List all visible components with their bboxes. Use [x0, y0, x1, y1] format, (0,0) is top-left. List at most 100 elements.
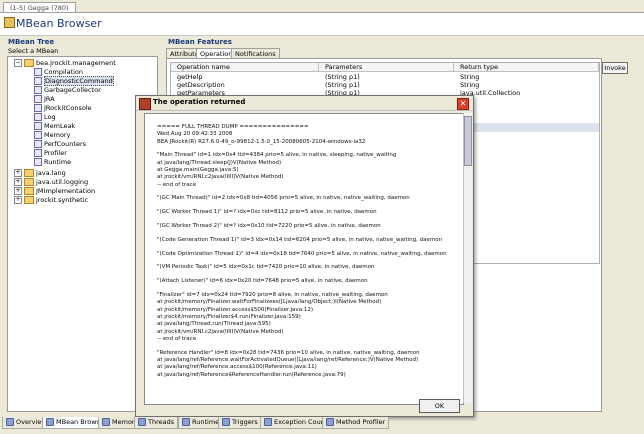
table-cell: getHelp [177, 73, 203, 81]
tree-item-label: bea.jrockit.management [36, 59, 116, 67]
mbean-icon [34, 149, 42, 157]
tree-item-label: JRA [44, 95, 55, 103]
tree-item-mbean[interactable]: GarbageCollector [34, 86, 101, 95]
bottom-tab-label: Threads [148, 418, 175, 426]
folder-icon [24, 169, 34, 177]
tree-item-label: JMImplementation [36, 187, 96, 195]
folder-icon [24, 196, 34, 204]
tree-item-mbean[interactable]: DiagnosticCommand [34, 76, 114, 86]
dump-line: at jrockit/vm/RNI.c2java(IIIII)V(Native … [157, 174, 284, 181]
mbean-tree-title: MBean Tree [8, 38, 55, 46]
dump-line: at jrockit/memory/Finalizer$4.run(Finali… [157, 313, 301, 320]
dump-line: at java/lang/Thread.run(Thread.java:595) [157, 321, 271, 328]
dump-line: at java/lang/ref/Reference.access$100(Re… [157, 364, 317, 371]
tab-icon [46, 418, 54, 426]
tree-item-label: java.util.logging [36, 178, 89, 186]
dump-line: "(VM Periodic Task)" id=5 idx=0x1c tid=7… [157, 264, 375, 271]
collapse-icon[interactable]: − [14, 59, 22, 67]
table-cell: (String p1) [325, 73, 360, 81]
dump-line: at jrockit/memory/Finalizer.access$500(F… [157, 306, 314, 313]
mbean-tree-subtitle: Select a MBean [8, 47, 59, 55]
tab-icon [6, 418, 14, 426]
dump-line: at java/lang/ref/Reference$ReferenceHand… [157, 371, 346, 378]
thread-dump-text[interactable]: ===== FULL THREAD DUMP =============== We… [144, 113, 464, 405]
expand-icon[interactable]: + [14, 169, 22, 177]
mbean-icon [34, 113, 42, 121]
mbean-icon [34, 131, 42, 139]
page-title: MBean Browser [16, 17, 102, 30]
tree-item-label: Memory [44, 131, 71, 139]
tree-item-mbean[interactable]: PerfCounters [34, 140, 86, 149]
tree-item-domain[interactable]: + java.util.logging [14, 178, 88, 187]
invoke-button[interactable]: Invoke [602, 62, 628, 74]
bottom-tab[interactable]: Method Profiler [322, 417, 390, 429]
tree-item-mbean[interactable]: Memory [34, 131, 70, 140]
dump-line: "Reference Handler" id=8 idx=0x28 tid=74… [157, 349, 420, 356]
tree-item-mbean[interactable]: Log [34, 113, 56, 122]
tree-item-mbean[interactable]: MemLeak [34, 122, 75, 131]
dump-line: -- end of trace [157, 335, 197, 342]
tree-item-label: MemLeak [44, 122, 76, 130]
dump-line: BEA JRockit(R) R27.6.0-49_o-99812-1.5.0_… [157, 138, 366, 145]
mbean-icon [34, 95, 42, 103]
dump-line: "(Code Optimization Thread 1)" id=4 idx=… [157, 250, 447, 257]
tree-item-domain[interactable]: + JMImplementation [14, 187, 95, 196]
table-cell: String [460, 81, 480, 89]
dump-line: at jrockit/memory/Finalizer.waitForFinal… [157, 299, 382, 306]
table-cell: (String p1) [325, 81, 360, 89]
dump-line: at Gegga.main(Gegga.java:5) [157, 167, 239, 173]
dump-line: "(GC Main Thread)" id=2 idx=0x8 tid=4056… [157, 195, 410, 202]
operation-result-dialog: The operation returned ✕ ===== FULL THRE… [135, 95, 474, 417]
tree-item-label: DiagnosticCommand [44, 76, 114, 86]
mbean-icon [34, 122, 42, 130]
column-header-return-type[interactable]: Return type [454, 63, 599, 72]
tree-item-root[interactable]: − bea.jrockit.management [14, 59, 116, 68]
close-icon[interactable]: ✕ [457, 98, 469, 110]
bottom-tab-label: Method Profiler [336, 418, 386, 426]
expand-icon[interactable]: + [14, 187, 22, 195]
column-header-parameters[interactable]: Parameters [319, 63, 454, 72]
dump-line: ===== FULL THREAD DUMP =============== [157, 124, 309, 130]
dump-line: "(GC Worker Thread 1)" id=? idx=0xc tid=… [157, 209, 377, 216]
tree-item-domain[interactable]: + java.lang [14, 169, 66, 178]
bottom-tab[interactable]: Exception Count [260, 417, 332, 429]
mbean-icon [34, 158, 42, 166]
tree-item-mbean[interactable]: Runtime [34, 158, 71, 167]
scrollbar-thumb[interactable] [464, 116, 472, 166]
folder-icon [24, 59, 34, 67]
bottom-tab[interactable]: Threads [134, 417, 179, 429]
bottom-tab-label: Runtime [192, 418, 220, 426]
tree-item-label: jrockit.synthetic [36, 196, 89, 204]
tree-item-mbean[interactable]: Profiler [34, 149, 67, 158]
tab-icon [326, 418, 334, 426]
tree-item-label: GarbageCollector [44, 86, 101, 94]
expand-icon[interactable]: + [14, 196, 22, 204]
tree-item-label: java.lang [36, 169, 66, 177]
tab-icon [102, 418, 110, 426]
folder-icon [24, 187, 34, 195]
tree-item-mbean[interactable]: JRA [34, 95, 55, 104]
bottom-tab[interactable]: Triggers [218, 417, 262, 429]
tab-icon [182, 418, 190, 426]
tree-item-label: PerfCounters [44, 140, 87, 148]
bottom-tab[interactable]: Runtime [178, 417, 224, 429]
tree-item-mbean[interactable]: JRockitConsole [34, 104, 92, 113]
tree-item-label: Compilation [44, 68, 84, 76]
mbean-browser-icon [4, 17, 15, 28]
mbean-icon [34, 104, 42, 112]
bottom-tab-label: Triggers [232, 418, 258, 426]
dump-line: "(GC Worker Thread 2)" id=? idx=0x10 tid… [157, 223, 381, 229]
table-cell: getDescription [177, 81, 225, 89]
column-header-operation-name[interactable]: Operation name [171, 63, 319, 72]
tree-item-domain[interactable]: + jrockit.synthetic [14, 196, 88, 205]
dump-line: "Main Thread" id=1 idx=0x4 tid=4384 prio… [157, 152, 397, 159]
tree-item-label: JRockitConsole [44, 104, 92, 112]
mbean-icon [34, 77, 42, 85]
dump-line: at java/lang/ref/Reference.waitForActiva… [157, 356, 419, 363]
dump-line: -- end of trace [157, 181, 197, 188]
tab-icon [264, 418, 272, 426]
ok-button[interactable]: OK [419, 399, 460, 413]
dialog-title: The operation returned [153, 98, 246, 106]
expand-icon[interactable]: + [14, 178, 22, 186]
tab-icon [222, 418, 230, 426]
